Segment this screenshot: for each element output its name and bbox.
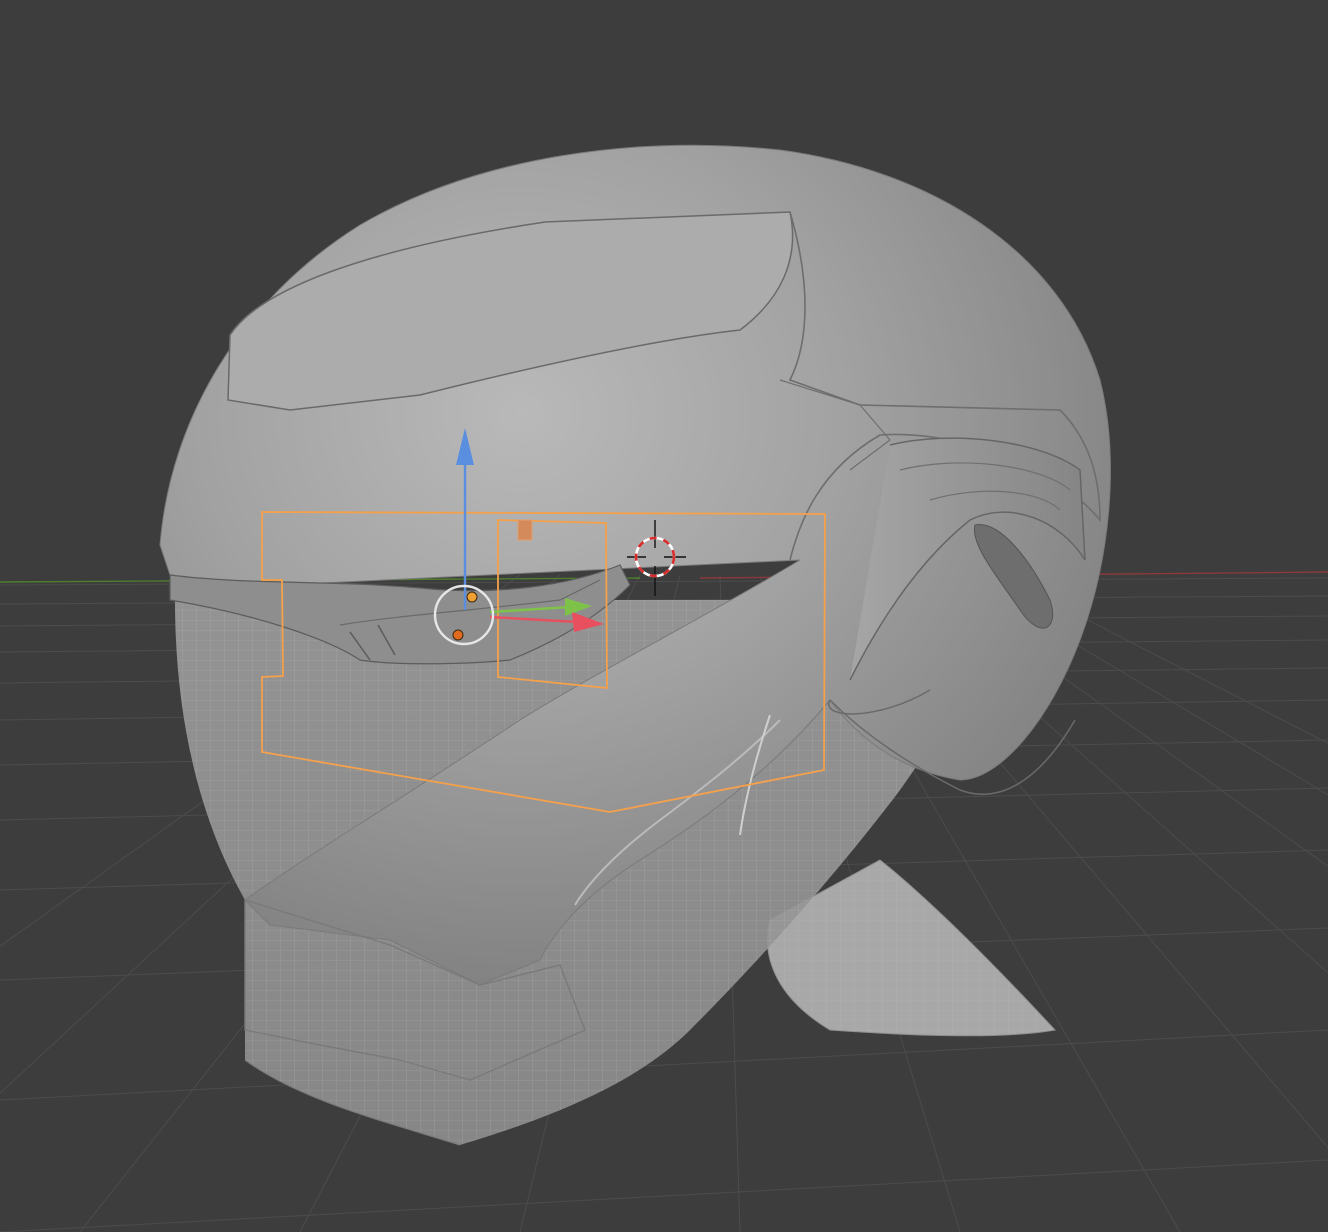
3d-viewport[interactable] [0,0,1328,1232]
object-origin-dot [466,591,478,603]
pivot-dot [452,629,464,641]
helmet-mesh[interactable] [159,144,1111,1146]
